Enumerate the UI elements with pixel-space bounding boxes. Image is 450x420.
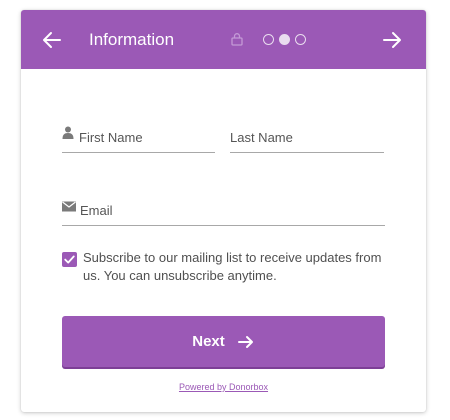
step-dot (263, 34, 274, 45)
first-name-placeholder: First Name (79, 130, 143, 145)
subscribe-label: Subscribe to our mailing list to receive… (83, 250, 382, 283)
step-dot-active (279, 34, 290, 45)
next-button-label: Next (192, 333, 225, 350)
back-arrow-icon (43, 32, 61, 48)
last-name-placeholder: Last Name (230, 130, 293, 145)
next-arrow-icon (237, 335, 253, 348)
email-field[interactable]: Email (62, 200, 385, 226)
forward-button[interactable] (379, 27, 405, 53)
step-dot (295, 34, 306, 45)
user-icon (62, 126, 74, 144)
forward-arrow-icon (383, 32, 401, 48)
donation-form-card: Information First Name Last Name Email S… (21, 10, 426, 412)
powered-by-link[interactable]: Powered by Donorbox (21, 382, 426, 392)
next-button[interactable]: Next (62, 316, 385, 367)
envelope-icon (62, 199, 76, 217)
subscribe-checkbox[interactable] (62, 252, 77, 267)
check-icon (64, 255, 75, 264)
lock-icon (231, 32, 243, 46)
form-header: Information (21, 10, 426, 69)
last-name-field[interactable]: Last Name (230, 127, 384, 153)
first-name-field[interactable]: First Name (62, 126, 215, 153)
page-title: Information (89, 30, 175, 49)
email-placeholder: Email (80, 203, 113, 218)
back-button[interactable] (39, 27, 65, 53)
step-indicator (263, 34, 306, 46)
